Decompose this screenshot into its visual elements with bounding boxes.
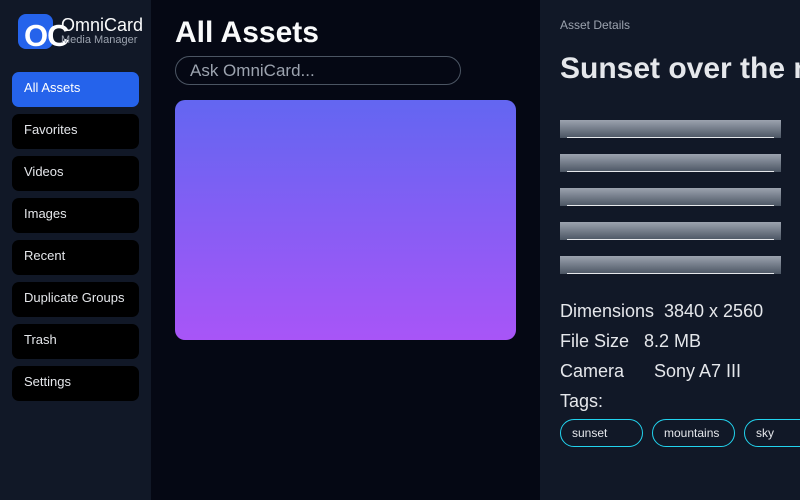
placeholder-bar	[560, 154, 781, 172]
tag-chip[interactable]: mountains	[652, 419, 735, 447]
tag-chip[interactable]: sunset	[560, 419, 643, 447]
sidebar-item-trash[interactable]: Trash	[12, 324, 139, 359]
placeholder-bar	[560, 256, 781, 274]
app-window: OC OmniCard Media Manager All Assets Fav…	[0, 0, 800, 500]
meta-value: 3840 x 2560	[664, 301, 764, 321]
meta-value: Sony A7 III	[654, 361, 742, 381]
placeholder-bar	[560, 222, 781, 240]
meta-key: Dimensions	[560, 301, 655, 321]
sidebar-item-settings[interactable]: Settings	[12, 366, 139, 401]
app-name: OmniCard	[61, 15, 144, 35]
meta-value: 8.2 MB	[644, 331, 702, 351]
sidebar-item-images[interactable]: Images	[12, 198, 139, 233]
meta-key: Camera	[560, 361, 625, 381]
tags-label: Tags:	[560, 391, 604, 411]
app-subtitle: Media Manager	[61, 34, 138, 46]
main-panel: All Assets	[151, 0, 540, 500]
sidebar-item-recent[interactable]: Recent	[12, 240, 139, 275]
asset-preview-thumbnail[interactable]	[175, 100, 516, 340]
sidebar-item-duplicate-groups[interactable]: Duplicate Groups	[12, 282, 139, 317]
sidebar-nav: All Assets Favorites Videos Images Recen…	[12, 72, 139, 408]
meta-key: File Size	[560, 331, 630, 351]
sidebar: OC OmniCard Media Manager All Assets Fav…	[0, 0, 151, 500]
page-title: All Assets	[175, 16, 319, 49]
sidebar-item-videos[interactable]: Videos	[12, 156, 139, 191]
asset-title: Sunset over the mountains	[560, 52, 800, 85]
asset-details-panel: Asset Details Sunset over the mountains …	[540, 0, 800, 500]
placeholder-bar	[560, 188, 781, 206]
details-section-label: Asset Details	[560, 18, 631, 32]
tag-chip[interactable]: sky	[744, 419, 800, 447]
sidebar-item-favorites[interactable]: Favorites	[12, 114, 139, 149]
sidebar-item-all-assets[interactable]: All Assets	[12, 72, 139, 107]
placeholder-bar	[560, 120, 781, 138]
search-input[interactable]	[175, 56, 461, 85]
